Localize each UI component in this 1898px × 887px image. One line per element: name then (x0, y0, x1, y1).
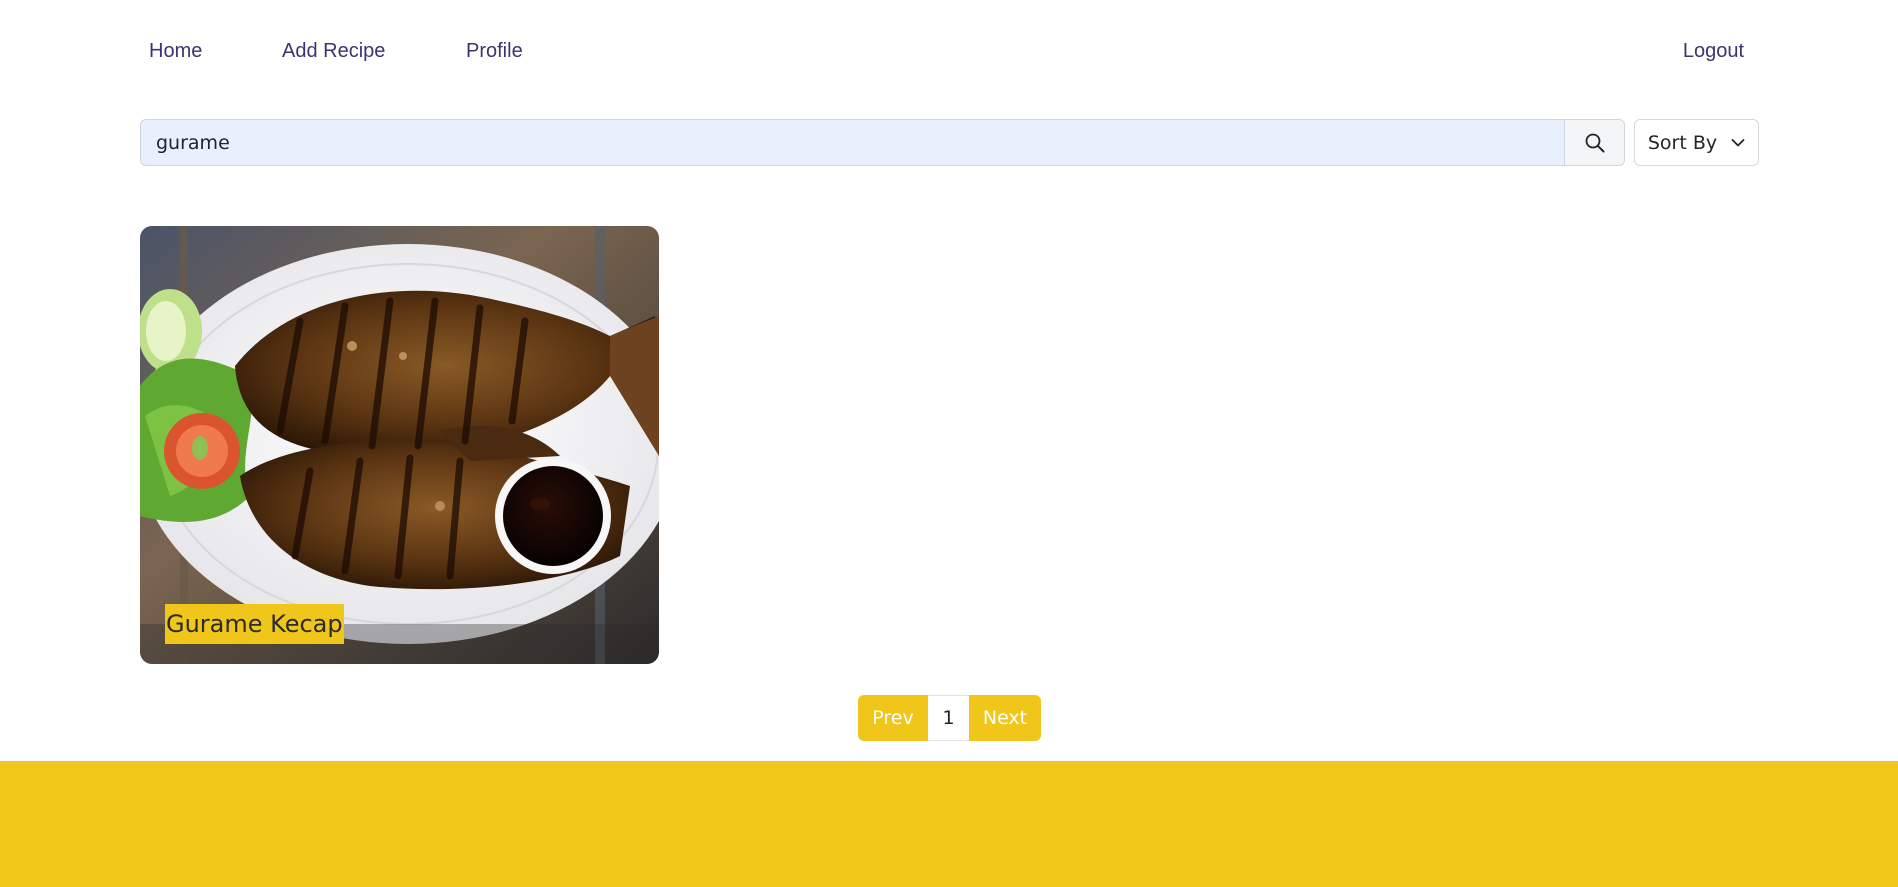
recipe-image (140, 226, 659, 664)
sort-by-dropdown[interactable]: Sort By (1634, 119, 1759, 166)
chevron-down-icon (1731, 138, 1745, 146)
recipe-card[interactable]: Gurame Kecap (140, 226, 659, 664)
search-bar (140, 119, 1625, 166)
next-page-button[interactable]: Next (969, 695, 1041, 741)
navbar: Home Add Recipe Profile Logout (140, 40, 1760, 68)
recipe-title[interactable]: Gurame Kecap (165, 604, 344, 644)
sort-by-label: Sort By (1647, 131, 1718, 154)
search-button[interactable] (1564, 119, 1625, 166)
page-number-button[interactable]: 1 (928, 695, 969, 741)
prev-page-button[interactable]: Prev (858, 695, 928, 741)
footer (0, 761, 1898, 887)
nav-add-recipe-link[interactable]: Add Recipe (282, 40, 385, 63)
search-icon (1585, 133, 1604, 152)
nav-home-link[interactable]: Home (149, 40, 202, 63)
nav-logout-link[interactable]: Logout (1683, 40, 1744, 63)
pagination: Prev 1 Next (858, 695, 1041, 741)
search-input[interactable] (140, 119, 1564, 166)
nav-profile-link[interactable]: Profile (466, 40, 523, 63)
